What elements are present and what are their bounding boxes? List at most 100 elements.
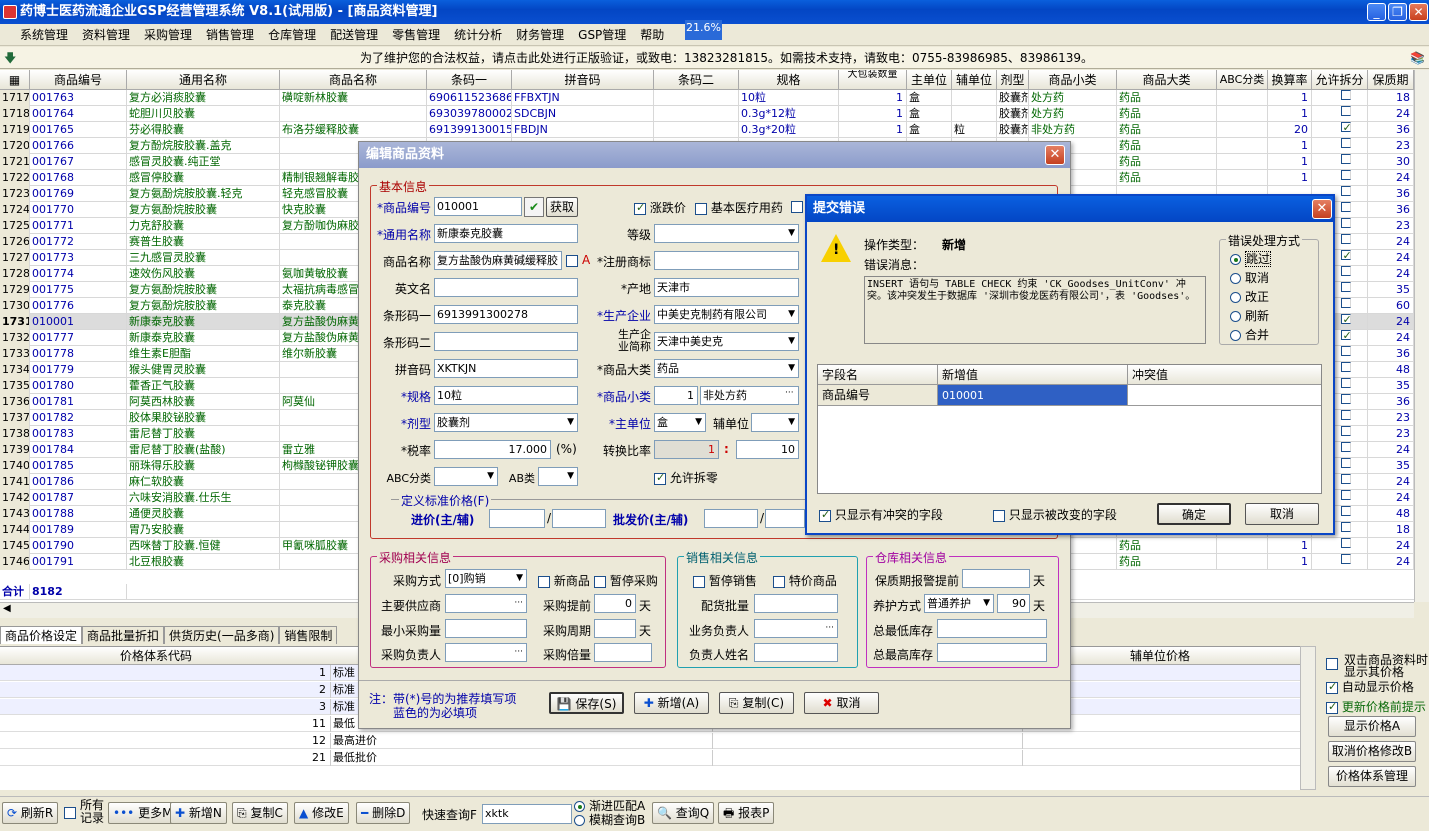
only-conflict-option[interactable]: 只显示有冲突的字段 [819, 506, 943, 523]
header-subcat[interactable]: 商品小类 [1029, 70, 1117, 90]
abc-select[interactable] [434, 467, 498, 486]
rate-b-input[interactable]: 10 [736, 440, 799, 459]
row-conflict[interactable] [1128, 385, 1321, 406]
header-pinyin[interactable]: 拼音码 [512, 70, 654, 90]
restore-button[interactable]: ❐ [1388, 3, 1407, 21]
prefix-match-radio[interactable] [574, 801, 585, 812]
split-checkbox[interactable] [1340, 522, 1351, 532]
tab-discount[interactable]: 商品批量折扣 [82, 626, 165, 644]
dblclick-checkbox[interactable] [1326, 658, 1338, 670]
only-conflict-checkbox[interactable] [819, 508, 831, 522]
close-button[interactable]: ✕ [1409, 3, 1428, 21]
extra-checkbox[interactable] [791, 201, 803, 213]
name-input[interactable]: 复方盐酸伪麻黄碱缓释胶 [434, 251, 562, 270]
check-icon[interactable]: ✔ [524, 197, 544, 217]
wholesale-aux-input[interactable] [765, 509, 805, 528]
split-checkbox[interactable] [1340, 186, 1351, 196]
small-cat-no-input[interactable]: 1 [654, 386, 698, 405]
split-checkbox[interactable] [1340, 250, 1351, 260]
grid-vertical-scrollbar[interactable] [1414, 70, 1429, 602]
manager-input[interactable] [754, 643, 838, 662]
header-cat[interactable]: 商品大类 [1117, 70, 1217, 90]
split-checkbox[interactable] [1340, 266, 1351, 276]
mode-cancel-radio[interactable] [1230, 273, 1241, 284]
mode-refresh-radio[interactable] [1230, 311, 1241, 322]
split-checkbox[interactable] [1340, 234, 1351, 244]
unit2-select[interactable] [751, 413, 799, 432]
copy-button[interactable]: ⎘ 复制C [232, 802, 288, 824]
batch-input[interactable] [754, 594, 838, 613]
care-select[interactable]: 普通养护 [924, 594, 994, 613]
multiple-input[interactable] [594, 643, 652, 662]
salesman-ellipsis-icon[interactable]: ··· [825, 620, 834, 637]
split-checkbox[interactable] [1340, 314, 1351, 324]
in-price-main-input[interactable] [489, 509, 545, 528]
split-checkbox[interactable] [1340, 330, 1351, 340]
english-input[interactable] [434, 278, 578, 297]
header-split[interactable]: 允许拆分 [1312, 70, 1368, 90]
maker-short-select[interactable]: 天津中美史克 [654, 332, 799, 351]
option-dblclick[interactable]: 双击商品资料时显示其价格 [1326, 654, 1428, 678]
dialog-copy-button[interactable]: ⎘ 复制(C) [719, 692, 794, 714]
wholesale-main-input[interactable] [704, 509, 758, 528]
more-button[interactable]: ••• 更多M [108, 802, 178, 824]
buy-mode-select[interactable]: [0]购销 [445, 569, 527, 588]
prompt-checkbox[interactable] [1326, 700, 1338, 714]
header-bar1[interactable]: 条码一 [427, 70, 512, 90]
table-row[interactable]: 1717 001763 复方必消痰胶囊 磺啶新林胶囊 6906115236867 FFBX… [0, 90, 1414, 106]
all-records-checkbox[interactable] [64, 807, 76, 819]
new-button[interactable]: ✚ 新增(A) [634, 692, 709, 714]
medical-option[interactable]: 基本医疗用药 [695, 199, 783, 216]
min-stock-input[interactable] [937, 619, 1047, 638]
split-checkbox[interactable] [1340, 202, 1351, 212]
buyer-ellipsis-icon[interactable]: ··· [514, 644, 523, 661]
query-button[interactable]: 🔍 查询Q [652, 802, 715, 824]
get-code-button[interactable]: 获取 [546, 197, 578, 217]
table-row[interactable]: 1718 001764 蛇胆川贝胶囊 6930397800027 SDCBJN 0.3g*… [0, 106, 1414, 122]
split-checkbox[interactable] [1340, 554, 1351, 564]
notice-text[interactable]: 为了维护您的合法权益，请点击此处进行正版验证，或致电：13823281815。如… [360, 47, 1093, 69]
buyer-input[interactable]: ··· [445, 643, 527, 662]
care-days-input[interactable]: 90 [997, 594, 1030, 613]
special-checkbox[interactable] [773, 575, 785, 588]
salesman-input[interactable]: ··· [754, 619, 838, 638]
report-button[interactable]: 🖶 报表P [718, 802, 775, 824]
split-checkbox[interactable] [1340, 538, 1351, 548]
spec-input[interactable]: 10粒 [434, 386, 578, 405]
error-ok-button[interactable]: 确定 [1157, 503, 1231, 525]
header-generic[interactable]: 通用名称 [127, 70, 280, 90]
refresh-button[interactable]: ⟳ 刷新R [2, 802, 59, 824]
pause-sale-option[interactable]: 暂停销售 [693, 572, 757, 589]
col-field[interactable]: 字段名 [818, 365, 938, 385]
header-shelf[interactable]: 保质期 [1368, 70, 1414, 90]
in-price-aux-input[interactable] [552, 509, 606, 528]
list-item[interactable]: 21 最低批价 [0, 750, 1300, 766]
table-row[interactable]: 1719 001765 芬必得胶囊 布洛芬缓释胶囊 6913991300155 FBDJN… [0, 122, 1414, 138]
edit-button[interactable]: ▲ 修改E [294, 802, 349, 824]
supplier-ellipsis-icon[interactable]: ··· [514, 595, 523, 612]
price-scrollbar[interactable] [1300, 646, 1316, 790]
error-dialog-close-icon[interactable]: ✕ [1312, 199, 1332, 219]
header-abc[interactable]: ABC分类 [1217, 70, 1268, 90]
code-input[interactable]: 010001 [434, 197, 522, 216]
notice-bar[interactable]: 🡇 为了维护您的合法权益，请点击此处进行正版验证，或致电：13823281815… [0, 47, 1429, 69]
autoshow-checkbox[interactable] [1326, 680, 1338, 694]
mode-merge[interactable]: 合并 [1230, 326, 1271, 345]
price-fluct-checkbox[interactable] [634, 201, 646, 215]
tab-price[interactable]: 商品价格设定 [0, 626, 83, 644]
generic-input[interactable]: 新康泰克胶囊 [434, 224, 578, 243]
tax-input[interactable]: 17.000 [434, 440, 551, 459]
lead-input[interactable]: 0 [594, 594, 636, 613]
split-checkbox[interactable] [1340, 282, 1351, 292]
grade-select[interactable] [654, 224, 799, 243]
header-aux-price[interactable]: 辅单位价格 [1130, 647, 1190, 665]
split-checkbox[interactable] [1340, 298, 1351, 308]
rate-a-input[interactable]: 1 [654, 440, 719, 459]
menu-warehouse[interactable]: 仓库管理 [261, 25, 323, 46]
split-checkbox[interactable] [1340, 170, 1351, 180]
split-checkbox[interactable] [1340, 218, 1351, 228]
split-checkbox[interactable] [1340, 426, 1351, 436]
mode-skip[interactable]: 跳过 [1230, 250, 1272, 269]
header-name[interactable]: 商品名称 [280, 70, 427, 90]
split-checkbox[interactable] [1340, 458, 1351, 468]
